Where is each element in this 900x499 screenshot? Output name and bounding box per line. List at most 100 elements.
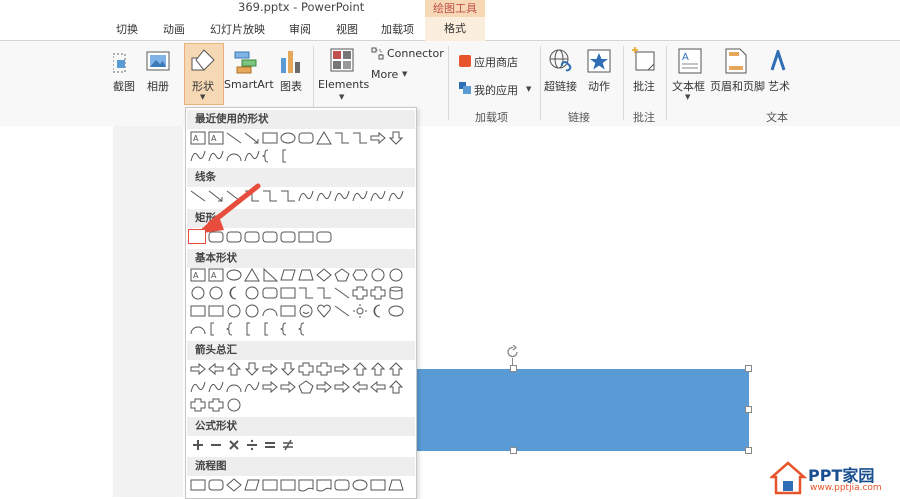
tri-shape-tool[interactable] — [316, 131, 332, 145]
resize-handle[interactable] — [745, 365, 752, 372]
smile-shape-tool[interactable] — [298, 304, 314, 318]
rect-shape-tool[interactable] — [370, 478, 386, 492]
shapes-gallery-dropdown[interactable]: 最近使用的形状 AA 线条 矩形 基本形状 AA 箭头总汇 公式形状 流程图 — [185, 107, 417, 499]
curve-shape-tool[interactable] — [190, 380, 206, 394]
circ-shape-tool[interactable] — [226, 304, 242, 318]
rect-shape-tool[interactable] — [280, 286, 296, 300]
oval-shape-tool[interactable] — [280, 131, 296, 145]
elements-button-label[interactable]: Elements — [318, 78, 369, 91]
cross-shape-tool[interactable] — [316, 362, 332, 376]
uarrow-shape-tool[interactable] — [388, 362, 404, 376]
div-shape-tool[interactable] — [244, 438, 260, 452]
my-apps-button[interactable]: 我的应用 — [474, 82, 518, 98]
arc-shape-tool[interactable] — [190, 322, 206, 336]
resize-handle[interactable] — [745, 447, 752, 454]
rrect-shape-tool[interactable] — [298, 131, 314, 145]
bracket-shape-tool[interactable] — [208, 322, 224, 336]
rrect-shape-tool[interactable] — [316, 230, 332, 244]
curve-shape-tool[interactable] — [316, 189, 332, 203]
darrow-shape-tool[interactable] — [388, 131, 404, 145]
minus-shape-tool[interactable] — [208, 438, 224, 452]
times-shape-tool[interactable] — [226, 438, 242, 452]
rect-shape-tool[interactable] — [190, 304, 206, 318]
circ-shape-tool[interactable] — [244, 286, 260, 300]
textbox-button-label[interactable]: 文本框 — [672, 78, 705, 94]
elbow-shape-tool[interactable] — [316, 286, 332, 300]
action-button-label[interactable]: 动作 — [588, 78, 610, 94]
tab-review[interactable]: 审阅 — [289, 21, 311, 37]
rarrow-shape-tool[interactable] — [334, 362, 350, 376]
uarrow-shape-tool[interactable] — [388, 380, 404, 394]
arc-shape-tool[interactable] — [226, 380, 242, 394]
brace-shape-tool[interactable] — [280, 322, 296, 336]
doc-shape-tool[interactable] — [316, 478, 332, 492]
rect-shape-tool[interactable] — [262, 478, 278, 492]
darrow-shape-tool[interactable] — [244, 362, 260, 376]
rect-shape-tool[interactable] — [262, 131, 278, 145]
curve-shape-tool[interactable] — [244, 380, 260, 394]
bracket-shape-tool[interactable] — [262, 322, 278, 336]
rarrow-shape-tool[interactable] — [280, 380, 296, 394]
uarrow-shape-tool[interactable] — [370, 362, 386, 376]
diam-shape-tool[interactable] — [316, 268, 332, 282]
header-footer-button-label[interactable]: 页眉和页脚 — [710, 78, 765, 94]
smartart-button-label[interactable]: SmartArt — [224, 78, 274, 91]
elbow-shape-tool[interactable] — [334, 131, 350, 145]
diam-shape-tool[interactable] — [226, 478, 242, 492]
trap-shape-tool[interactable] — [388, 478, 404, 492]
rarrow-shape-tool[interactable] — [334, 380, 350, 394]
curve-shape-tool[interactable] — [208, 380, 224, 394]
rrect-shape-tool[interactable] — [208, 478, 224, 492]
rarrow-shape-tool[interactable] — [316, 380, 332, 394]
rrect-shape-tool[interactable] — [262, 286, 278, 300]
rotate-handle-icon[interactable] — [506, 344, 520, 359]
resize-handle[interactable] — [510, 447, 517, 454]
tab-slideshow[interactable]: 幻灯片放映 — [210, 21, 265, 37]
para-shape-tool[interactable] — [280, 268, 296, 282]
curve-shape-tool[interactable] — [208, 149, 224, 163]
rarrow-shape-tool[interactable] — [190, 362, 206, 376]
elbow-shape-tool[interactable] — [352, 131, 368, 145]
brace-shape-tool[interactable] — [226, 322, 242, 336]
curve-shape-tool[interactable] — [388, 189, 404, 203]
arc-shape-tool[interactable] — [226, 149, 242, 163]
comment-button-label[interactable]: 批注 — [633, 78, 655, 94]
arrowline-shape-tool[interactable] — [244, 131, 260, 145]
bracket-shape-tool[interactable] — [280, 149, 296, 163]
curve-shape-tool[interactable] — [244, 149, 260, 163]
cross-shape-tool[interactable] — [352, 286, 368, 300]
hyperlink-button-label[interactable]: 超链接 — [544, 78, 577, 94]
rrect-shape-tool[interactable] — [334, 478, 350, 492]
darrow-shape-tool[interactable] — [280, 362, 296, 376]
uarrow-shape-tool[interactable] — [352, 362, 368, 376]
curve-shape-tool[interactable] — [334, 189, 350, 203]
moon-shape-tool[interactable] — [370, 304, 386, 318]
sun-shape-tool[interactable] — [352, 304, 368, 318]
tab-animations[interactable]: 动画 — [163, 21, 185, 37]
larrow-shape-tool[interactable] — [352, 380, 368, 394]
para-shape-tool[interactable] — [244, 478, 260, 492]
rect-shape-tool[interactable] — [280, 304, 296, 318]
selected-rectangle-shape[interactable] — [404, 369, 749, 451]
rectangle-shape-tool[interactable] — [188, 229, 206, 244]
line-shape-tool[interactable] — [226, 131, 242, 145]
hex-shape-tool[interactable] — [352, 268, 368, 282]
oval-shape-tool[interactable] — [226, 268, 242, 282]
text-shape-tool[interactable]: A — [190, 131, 206, 145]
rect-shape-tool[interactable] — [190, 478, 206, 492]
album-button-label[interactable]: 相册 — [147, 78, 169, 94]
cyl-shape-tool[interactable] — [388, 286, 404, 300]
moon-shape-tool[interactable] — [226, 286, 242, 300]
tab-format[interactable]: 格式 — [425, 17, 485, 41]
cross-shape-tool[interactable] — [190, 398, 206, 412]
screenshot-button-label[interactable]: 截图 — [113, 78, 135, 94]
wordart-button-label[interactable]: 艺术 — [768, 78, 790, 94]
bracket-shape-tool[interactable] — [244, 322, 260, 336]
pent-shape-tool[interactable] — [298, 380, 314, 394]
resize-handle[interactable] — [745, 406, 752, 413]
line-shape-tool[interactable] — [334, 286, 350, 300]
heart-shape-tool[interactable] — [316, 304, 332, 318]
doc-shape-tool[interactable] — [298, 478, 314, 492]
curve-shape-tool[interactable] — [190, 149, 206, 163]
rect-shape-tool[interactable] — [208, 304, 224, 318]
